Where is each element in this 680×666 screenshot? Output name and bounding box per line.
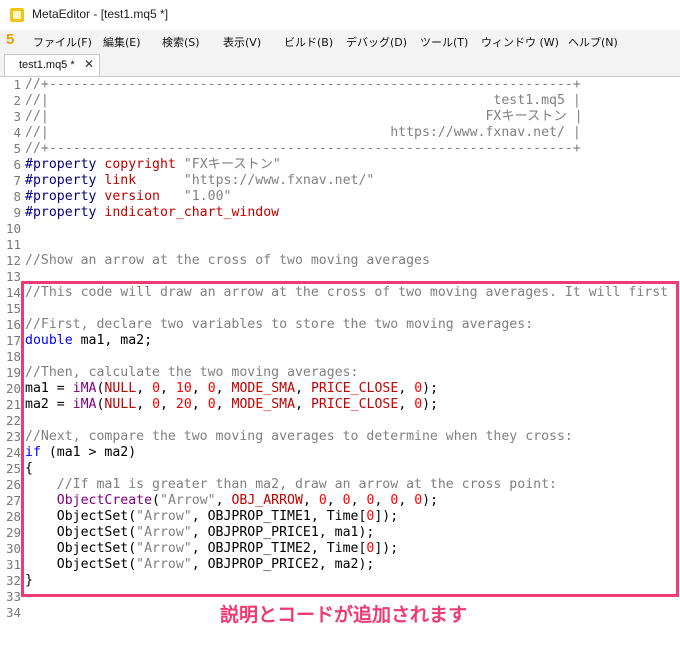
code-token-string: "1.00" bbox=[183, 189, 232, 204]
highlight-box bbox=[21, 281, 679, 597]
line-number: 21 bbox=[5, 397, 21, 412]
code-token-comment: //| FXキーストン | bbox=[25, 109, 583, 124]
line-number: 27 bbox=[5, 493, 21, 508]
line-number: 13 bbox=[5, 269, 21, 284]
code-line: #property copyright "FXキーストン" bbox=[25, 157, 281, 173]
code-token-comment: //+-------------------------------------… bbox=[25, 141, 581, 156]
mt5-logo-icon: 5 bbox=[6, 31, 15, 48]
tab-test1-mq5[interactable]: test1.mq5 * ✕ bbox=[4, 54, 100, 76]
metaeditor-app-icon bbox=[10, 8, 24, 22]
menu-item-tools[interactable]: ツール(T) bbox=[420, 34, 468, 50]
line-number: 19 bbox=[5, 365, 21, 380]
line-number: 34 bbox=[5, 605, 21, 620]
code-token-keyword: #property bbox=[25, 157, 105, 172]
line-number: 18 bbox=[5, 349, 21, 364]
line-number: 32 bbox=[5, 573, 21, 588]
menu-item-view[interactable]: 表示(V) bbox=[223, 34, 261, 50]
code-token-comment: //| test1.mq5 | bbox=[25, 93, 581, 108]
line-number: 29 bbox=[5, 525, 21, 540]
menu-item-debug[interactable]: デバッグ(D) bbox=[346, 34, 407, 50]
code-line: //Show an arrow at the cross of two movi… bbox=[25, 253, 430, 269]
annotation-caption: 説明とコードが追加されます bbox=[220, 604, 468, 626]
tab-bar: test1.mq5 * ✕ bbox=[0, 52, 680, 76]
line-number: 31 bbox=[5, 557, 21, 572]
title-bar: MetaEditor - [test1.mq5 *] bbox=[0, 0, 680, 31]
menu-item-help[interactable]: ヘルプ(N) bbox=[568, 34, 618, 50]
code-line: //+-------------------------------------… bbox=[25, 77, 581, 93]
code-token-keyword: #property bbox=[25, 173, 105, 188]
line-number: 2 bbox=[13, 93, 21, 108]
close-icon[interactable]: ✕ bbox=[84, 57, 94, 71]
menu-item-file[interactable]: ファイル(F) bbox=[33, 34, 92, 50]
line-number: 14 bbox=[5, 285, 21, 300]
line-number: 8 bbox=[13, 189, 21, 204]
code-line: //| https://www.fxnav.net/ | bbox=[25, 125, 581, 141]
window-title: MetaEditor - [test1.mq5 *] bbox=[32, 7, 169, 21]
line-number: 16 bbox=[5, 317, 21, 332]
code-line: #property version "1.00" bbox=[25, 189, 231, 205]
line-number: 33 bbox=[5, 589, 21, 604]
line-number: 25 bbox=[5, 461, 21, 476]
code-token-comment: //| https://www.fxnav.net/ | bbox=[25, 125, 581, 140]
code-token-comment: //Show an arrow at the cross of two movi… bbox=[25, 253, 430, 268]
code-line: #property indicator_chart_window bbox=[25, 205, 279, 221]
code-line: //+-------------------------------------… bbox=[25, 141, 581, 157]
code-token-string: "https://www.fxnav.net/" bbox=[183, 173, 375, 188]
code-token-comment: //+-------------------------------------… bbox=[25, 77, 581, 92]
code-token-constant: version bbox=[104, 189, 184, 204]
line-number: 9 bbox=[13, 205, 21, 220]
line-number: 15 bbox=[5, 301, 21, 316]
code-token-keyword: #property bbox=[25, 189, 105, 204]
line-number: 4 bbox=[13, 125, 21, 140]
menu-item-search[interactable]: 検索(S) bbox=[162, 34, 200, 50]
code-token-keyword: #property bbox=[25, 205, 105, 220]
menu-item-edit[interactable]: 編集(E) bbox=[103, 34, 141, 50]
code-token-constant: copyright bbox=[104, 157, 184, 172]
line-number: 12 bbox=[5, 253, 21, 268]
line-number: 20 bbox=[5, 381, 21, 396]
line-number: 17 bbox=[5, 333, 21, 348]
line-number: 10 bbox=[5, 221, 21, 236]
code-line: //| FXキーストン | bbox=[25, 109, 583, 125]
line-number: 3 bbox=[13, 109, 21, 124]
line-number: 5 bbox=[13, 141, 21, 156]
line-number: 26 bbox=[5, 477, 21, 492]
code-token-string: "FXキーストン" bbox=[183, 157, 281, 172]
line-number: 23 bbox=[5, 429, 21, 444]
line-number: 7 bbox=[13, 173, 21, 188]
code-token-constant: link bbox=[104, 173, 184, 188]
code-line: //| test1.mq5 | bbox=[25, 93, 581, 109]
menu-bar: 5 ファイル(F) 編集(E) 検索(S) 表示(V) ビルド(B) デバッグ(… bbox=[0, 30, 680, 53]
line-number: 1 bbox=[13, 77, 21, 92]
menu-item-window[interactable]: ウィンドウ (W) bbox=[481, 34, 559, 50]
menu-item-build[interactable]: ビルド(B) bbox=[284, 34, 333, 50]
code-line: #property link "https://www.fxnav.net/" bbox=[25, 173, 374, 189]
tab-label: test1.mq5 * bbox=[19, 59, 75, 71]
line-number: 11 bbox=[5, 237, 21, 252]
line-number: 24 bbox=[5, 445, 21, 460]
line-number: 30 bbox=[5, 541, 21, 556]
line-number: 6 bbox=[13, 157, 21, 172]
code-token-constant: indicator_chart_window bbox=[104, 205, 280, 220]
line-number: 22 bbox=[5, 413, 21, 428]
line-number: 28 bbox=[5, 509, 21, 524]
